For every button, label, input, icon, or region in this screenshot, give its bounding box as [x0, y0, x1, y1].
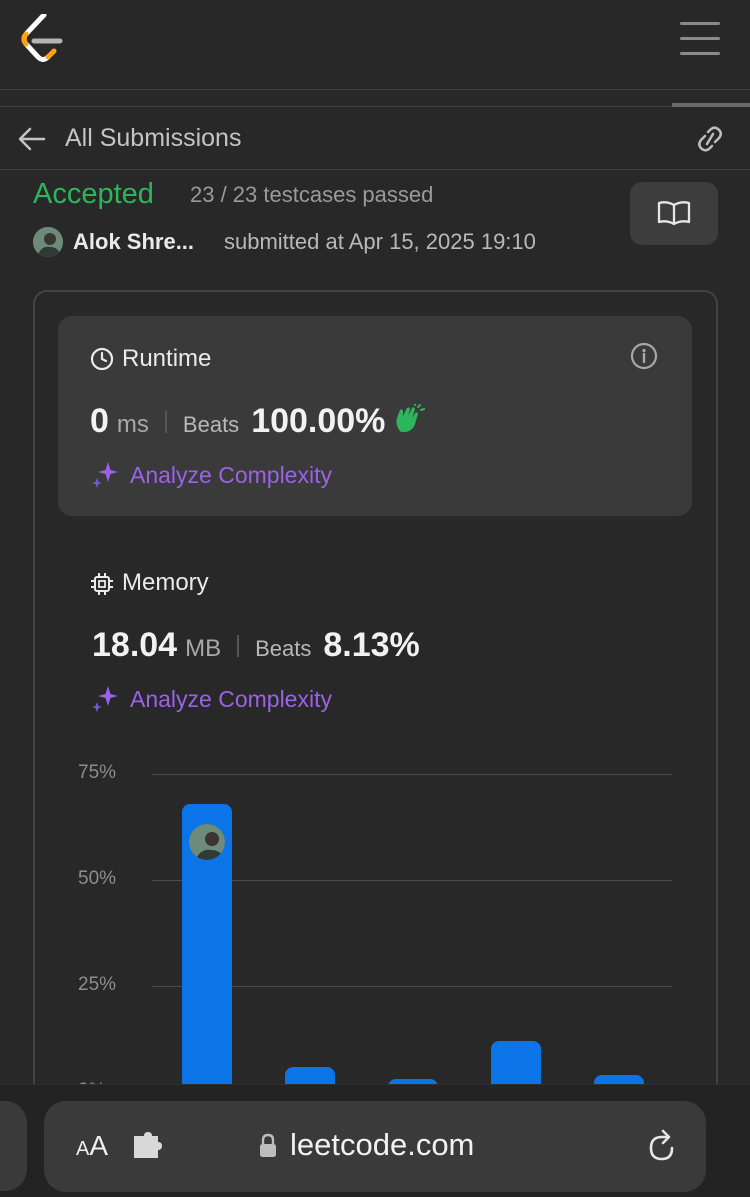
sparkle-icon	[92, 462, 118, 488]
tab-strip-active	[672, 103, 750, 107]
info-icon[interactable]	[629, 341, 659, 371]
book-icon	[657, 201, 691, 226]
leetcode-logo-icon[interactable]	[20, 12, 66, 64]
menu-icon[interactable]	[680, 22, 720, 56]
aa-small: A	[76, 1138, 90, 1160]
memory-distribution-chart: 75%50%25%0%	[70, 760, 690, 1101]
chart-y-tick-label: 25%	[78, 974, 117, 995]
runtime-value: 0	[90, 402, 109, 440]
back-arrow-icon[interactable]	[18, 126, 46, 152]
sparkle-icon	[92, 686, 118, 712]
chart-gridline	[152, 774, 672, 775]
runtime-analyze-label: Analyze Complexity	[130, 461, 332, 488]
status-accepted: Accepted	[33, 178, 154, 210]
submitted-at: submitted at Apr 15, 2025 19:10	[224, 229, 536, 254]
aa-large: A	[89, 1130, 109, 1161]
submissions-header: All Submissions	[0, 108, 750, 170]
memory-metric-row: 18.04 MB Beats 8.13%	[92, 626, 420, 665]
memory-beats-label: Beats	[255, 636, 312, 661]
chart-y-tick-label: 50%	[78, 868, 117, 889]
editorial-button[interactable]	[630, 182, 718, 245]
runtime-unit: ms	[116, 411, 149, 438]
avatar[interactable]	[33, 227, 63, 257]
link-icon[interactable]	[692, 124, 728, 154]
runtime-analyze-complexity[interactable]: Analyze Complexity	[90, 460, 332, 490]
testcases-passed: 23 / 23 testcases passed	[190, 182, 434, 207]
previous-tab-edge[interactable]	[0, 1101, 27, 1191]
memory-unit: MB	[185, 635, 222, 662]
tab-strip	[0, 106, 750, 107]
memory-analyze-label: Analyze Complexity	[130, 685, 332, 712]
chart-y-tick-label: 75%	[78, 762, 117, 783]
memory-beats-value: 8.13%	[323, 626, 420, 664]
lock-icon	[258, 1133, 278, 1164]
cpu-chip-icon	[90, 572, 114, 601]
memory-value: 18.04	[92, 626, 178, 664]
all-submissions-link[interactable]: All Submissions	[65, 124, 241, 153]
url-text[interactable]: leetcode.com	[290, 1127, 474, 1163]
user-position-avatar	[187, 821, 227, 862]
runtime-metric-row: 0 ms Beats 100.00%	[90, 402, 426, 441]
memory-title: Memory	[122, 569, 209, 596]
runtime-beats-label: Beats	[182, 412, 240, 437]
runtime-beats-value: 100.00%	[251, 402, 386, 440]
top-nav	[0, 0, 750, 90]
divider	[237, 634, 240, 657]
clapping-hands-icon	[393, 403, 426, 439]
clock-icon	[90, 347, 114, 376]
page-settings-button[interactable]: AA	[76, 1130, 108, 1162]
memory-analyze-complexity[interactable]: Analyze Complexity	[90, 684, 332, 714]
reload-icon[interactable]	[645, 1128, 679, 1169]
runtime-title: Runtime	[122, 345, 212, 372]
extension-puzzle-icon[interactable]	[132, 1132, 166, 1165]
divider	[164, 410, 167, 433]
author-name[interactable]: Alok Shre...	[73, 229, 194, 255]
